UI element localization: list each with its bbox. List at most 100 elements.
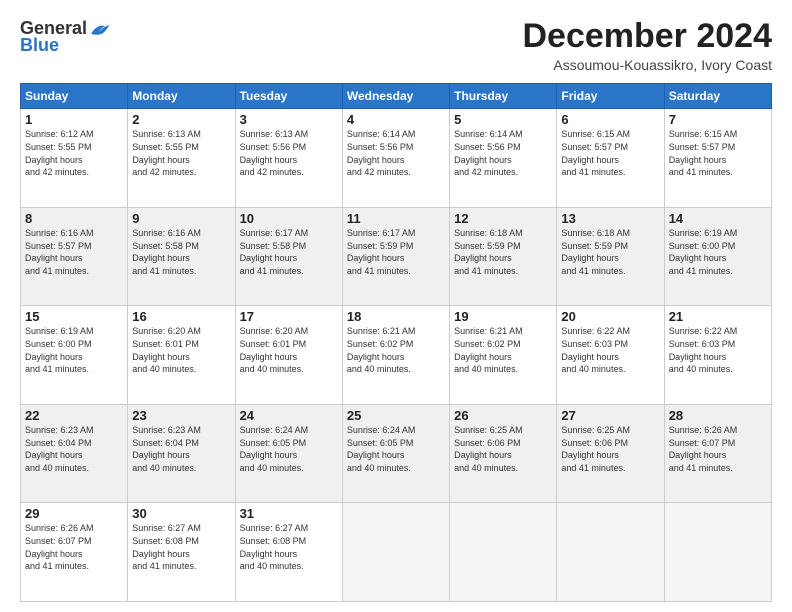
day-number: 31 xyxy=(240,506,338,521)
day-number: 5 xyxy=(454,112,552,127)
month-title: December 2024 xyxy=(522,18,772,55)
day-info: Sunrise: 6:23 AMSunset: 6:04 PMDaylight … xyxy=(132,424,230,474)
day-number: 3 xyxy=(240,112,338,127)
calendar-day-cell: 4Sunrise: 6:14 AMSunset: 5:56 PMDaylight… xyxy=(342,109,449,208)
calendar-header-thursday: Thursday xyxy=(450,84,557,109)
calendar-day-cell: 17Sunrise: 6:20 AMSunset: 6:01 PMDayligh… xyxy=(235,306,342,405)
day-number: 12 xyxy=(454,211,552,226)
logo: General Blue xyxy=(20,18,111,56)
calendar-day-cell: 5Sunrise: 6:14 AMSunset: 5:56 PMDaylight… xyxy=(450,109,557,208)
calendar-day-cell: 30Sunrise: 6:27 AMSunset: 6:08 PMDayligh… xyxy=(128,503,235,602)
title-section: December 2024 Assoumou-Kouassikro, Ivory… xyxy=(522,18,772,73)
day-number: 22 xyxy=(25,408,123,423)
day-number: 20 xyxy=(561,309,659,324)
calendar-day-cell: 6Sunrise: 6:15 AMSunset: 5:57 PMDaylight… xyxy=(557,109,664,208)
day-number: 4 xyxy=(347,112,445,127)
calendar-header-wednesday: Wednesday xyxy=(342,84,449,109)
calendar-day-cell: 10Sunrise: 6:17 AMSunset: 5:58 PMDayligh… xyxy=(235,207,342,306)
calendar-table: SundayMondayTuesdayWednesdayThursdayFrid… xyxy=(20,83,772,602)
calendar-day-cell: 18Sunrise: 6:21 AMSunset: 6:02 PMDayligh… xyxy=(342,306,449,405)
day-number: 2 xyxy=(132,112,230,127)
day-info: Sunrise: 6:16 AMSunset: 5:58 PMDaylight … xyxy=(132,227,230,277)
calendar-day-cell: 20Sunrise: 6:22 AMSunset: 6:03 PMDayligh… xyxy=(557,306,664,405)
calendar-day-cell: 29Sunrise: 6:26 AMSunset: 6:07 PMDayligh… xyxy=(21,503,128,602)
day-number: 8 xyxy=(25,211,123,226)
day-number: 10 xyxy=(240,211,338,226)
calendar-header-friday: Friday xyxy=(557,84,664,109)
calendar-day-cell: 15Sunrise: 6:19 AMSunset: 6:00 PMDayligh… xyxy=(21,306,128,405)
calendar-day-cell: 19Sunrise: 6:21 AMSunset: 6:02 PMDayligh… xyxy=(450,306,557,405)
day-number: 23 xyxy=(132,408,230,423)
day-number: 27 xyxy=(561,408,659,423)
day-number: 26 xyxy=(454,408,552,423)
calendar-day-cell: 2Sunrise: 6:13 AMSunset: 5:55 PMDaylight… xyxy=(128,109,235,208)
day-info: Sunrise: 6:21 AMSunset: 6:02 PMDaylight … xyxy=(454,325,552,375)
calendar-day-cell: 27Sunrise: 6:25 AMSunset: 6:06 PMDayligh… xyxy=(557,404,664,503)
day-info: Sunrise: 6:14 AMSunset: 5:56 PMDaylight … xyxy=(454,128,552,178)
day-info: Sunrise: 6:20 AMSunset: 6:01 PMDaylight … xyxy=(132,325,230,375)
day-number: 30 xyxy=(132,506,230,521)
calendar-day-cell: 21Sunrise: 6:22 AMSunset: 6:03 PMDayligh… xyxy=(664,306,771,405)
day-info: Sunrise: 6:18 AMSunset: 5:59 PMDaylight … xyxy=(561,227,659,277)
day-number: 9 xyxy=(132,211,230,226)
calendar-day-cell: 16Sunrise: 6:20 AMSunset: 6:01 PMDayligh… xyxy=(128,306,235,405)
calendar-day-cell: 25Sunrise: 6:24 AMSunset: 6:05 PMDayligh… xyxy=(342,404,449,503)
day-info: Sunrise: 6:18 AMSunset: 5:59 PMDaylight … xyxy=(454,227,552,277)
page: General Blue December 2024 Assoumou-Koua… xyxy=(0,0,792,612)
day-info: Sunrise: 6:19 AMSunset: 6:00 PMDaylight … xyxy=(669,227,767,277)
day-number: 15 xyxy=(25,309,123,324)
day-info: Sunrise: 6:23 AMSunset: 6:04 PMDaylight … xyxy=(25,424,123,474)
calendar-day-cell xyxy=(342,503,449,602)
calendar-day-cell xyxy=(557,503,664,602)
day-number: 29 xyxy=(25,506,123,521)
calendar-day-cell: 26Sunrise: 6:25 AMSunset: 6:06 PMDayligh… xyxy=(450,404,557,503)
calendar-day-cell: 13Sunrise: 6:18 AMSunset: 5:59 PMDayligh… xyxy=(557,207,664,306)
calendar-day-cell: 14Sunrise: 6:19 AMSunset: 6:00 PMDayligh… xyxy=(664,207,771,306)
day-number: 21 xyxy=(669,309,767,324)
day-info: Sunrise: 6:14 AMSunset: 5:56 PMDaylight … xyxy=(347,128,445,178)
day-info: Sunrise: 6:17 AMSunset: 5:58 PMDaylight … xyxy=(240,227,338,277)
day-info: Sunrise: 6:15 AMSunset: 5:57 PMDaylight … xyxy=(561,128,659,178)
day-number: 14 xyxy=(669,211,767,226)
calendar-week-row: 22Sunrise: 6:23 AMSunset: 6:04 PMDayligh… xyxy=(21,404,772,503)
calendar-header-monday: Monday xyxy=(128,84,235,109)
calendar-day-cell: 9Sunrise: 6:16 AMSunset: 5:58 PMDaylight… xyxy=(128,207,235,306)
day-info: Sunrise: 6:22 AMSunset: 6:03 PMDaylight … xyxy=(561,325,659,375)
calendar-header-saturday: Saturday xyxy=(664,84,771,109)
day-number: 17 xyxy=(240,309,338,324)
day-number: 1 xyxy=(25,112,123,127)
calendar-day-cell: 31Sunrise: 6:27 AMSunset: 6:08 PMDayligh… xyxy=(235,503,342,602)
day-info: Sunrise: 6:27 AMSunset: 6:08 PMDaylight … xyxy=(240,522,338,572)
day-info: Sunrise: 6:25 AMSunset: 6:06 PMDaylight … xyxy=(561,424,659,474)
day-info: Sunrise: 6:25 AMSunset: 6:06 PMDaylight … xyxy=(454,424,552,474)
calendar-week-row: 15Sunrise: 6:19 AMSunset: 6:00 PMDayligh… xyxy=(21,306,772,405)
day-info: Sunrise: 6:24 AMSunset: 6:05 PMDaylight … xyxy=(240,424,338,474)
calendar-day-cell: 3Sunrise: 6:13 AMSunset: 5:56 PMDaylight… xyxy=(235,109,342,208)
logo-blue-text: Blue xyxy=(20,35,59,56)
day-number: 7 xyxy=(669,112,767,127)
calendar-header-tuesday: Tuesday xyxy=(235,84,342,109)
day-info: Sunrise: 6:27 AMSunset: 6:08 PMDaylight … xyxy=(132,522,230,572)
day-info: Sunrise: 6:13 AMSunset: 5:56 PMDaylight … xyxy=(240,128,338,178)
logo-bird-icon xyxy=(89,20,111,38)
location: Assoumou-Kouassikro, Ivory Coast xyxy=(522,57,772,73)
calendar-day-cell: 12Sunrise: 6:18 AMSunset: 5:59 PMDayligh… xyxy=(450,207,557,306)
day-info: Sunrise: 6:24 AMSunset: 6:05 PMDaylight … xyxy=(347,424,445,474)
calendar-day-cell xyxy=(450,503,557,602)
calendar-header-row: SundayMondayTuesdayWednesdayThursdayFrid… xyxy=(21,84,772,109)
calendar-day-cell: 28Sunrise: 6:26 AMSunset: 6:07 PMDayligh… xyxy=(664,404,771,503)
day-info: Sunrise: 6:26 AMSunset: 6:07 PMDaylight … xyxy=(25,522,123,572)
day-number: 11 xyxy=(347,211,445,226)
day-number: 6 xyxy=(561,112,659,127)
calendar-day-cell: 11Sunrise: 6:17 AMSunset: 5:59 PMDayligh… xyxy=(342,207,449,306)
day-number: 16 xyxy=(132,309,230,324)
calendar-week-row: 1Sunrise: 6:12 AMSunset: 5:55 PMDaylight… xyxy=(21,109,772,208)
calendar-week-row: 29Sunrise: 6:26 AMSunset: 6:07 PMDayligh… xyxy=(21,503,772,602)
day-info: Sunrise: 6:19 AMSunset: 6:00 PMDaylight … xyxy=(25,325,123,375)
day-info: Sunrise: 6:17 AMSunset: 5:59 PMDaylight … xyxy=(347,227,445,277)
day-info: Sunrise: 6:22 AMSunset: 6:03 PMDaylight … xyxy=(669,325,767,375)
calendar-day-cell: 8Sunrise: 6:16 AMSunset: 5:57 PMDaylight… xyxy=(21,207,128,306)
day-info: Sunrise: 6:13 AMSunset: 5:55 PMDaylight … xyxy=(132,128,230,178)
calendar-header-sunday: Sunday xyxy=(21,84,128,109)
day-number: 28 xyxy=(669,408,767,423)
